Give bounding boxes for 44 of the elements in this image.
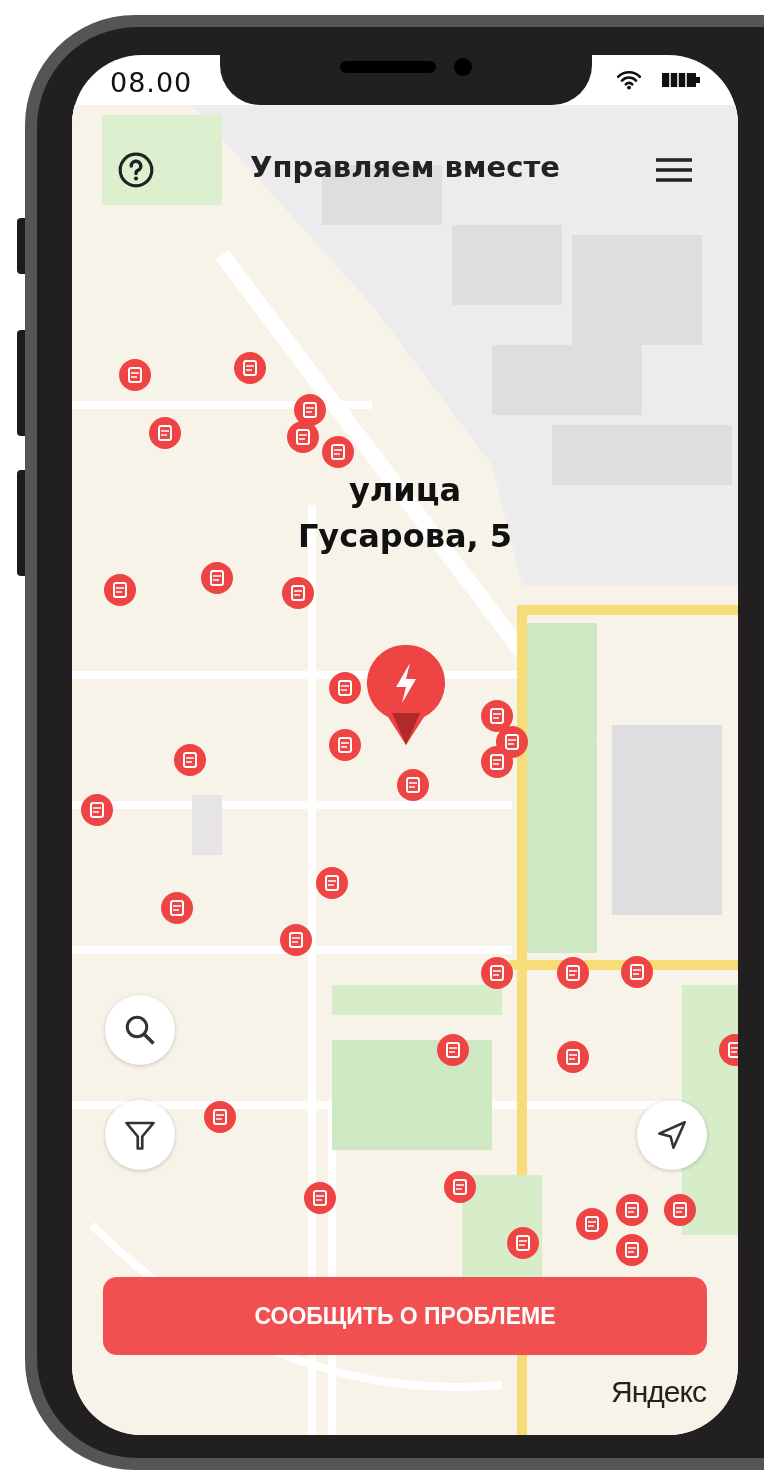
map-marker-icon[interactable] [437, 1034, 469, 1066]
map-marker-icon[interactable] [316, 867, 348, 899]
status-time: 08.00 [110, 66, 193, 98]
map-marker-icon[interactable] [557, 957, 589, 989]
report-problem-button[interactable]: СООБЩИТЬ О ПРОБЛЕМЕ [103, 1277, 707, 1355]
map-marker-icon[interactable] [287, 421, 319, 453]
map-attribution: Яндекс [611, 1375, 706, 1409]
map-marker-icon[interactable] [576, 1208, 608, 1240]
navigation-arrow-icon [655, 1118, 689, 1152]
map-marker-icon[interactable] [397, 769, 429, 801]
map-marker-icon[interactable] [234, 352, 266, 384]
map-marker-icon[interactable] [621, 956, 653, 988]
help-icon [117, 151, 155, 189]
map-marker-icon[interactable] [616, 1194, 648, 1226]
map-marker-icon[interactable] [329, 672, 361, 704]
battery-icon [662, 73, 700, 87]
map-marker-icon[interactable] [322, 436, 354, 468]
map-marker-icon[interactable] [204, 1101, 236, 1133]
map-marker-icon[interactable] [280, 924, 312, 956]
map-marker-icon[interactable] [304, 1182, 336, 1214]
map-marker-icon[interactable] [444, 1171, 476, 1203]
wifi-icon [616, 70, 642, 90]
lightning-pin-icon[interactable] [366, 645, 446, 745]
menu-button[interactable] [656, 157, 692, 183]
map-marker-icon[interactable] [119, 359, 151, 391]
map-marker-icon[interactable] [481, 700, 513, 732]
app-title: Управляем вместе [250, 150, 560, 184]
map-marker-icon[interactable] [616, 1234, 648, 1266]
map-marker-icon[interactable] [329, 729, 361, 761]
map-marker-icon[interactable] [149, 417, 181, 449]
menu-icon [656, 157, 692, 183]
map-marker-icon[interactable] [161, 892, 193, 924]
map-marker-icon[interactable] [174, 744, 206, 776]
map-marker-icon[interactable] [664, 1194, 696, 1226]
map-marker-icon[interactable] [557, 1041, 589, 1073]
map-marker-icon[interactable] [201, 562, 233, 594]
map-marker-icon[interactable] [81, 794, 113, 826]
map-marker-icon[interactable] [481, 957, 513, 989]
map-marker-icon[interactable] [104, 574, 136, 606]
map-marker-icon[interactable] [282, 577, 314, 609]
map-marker-icon[interactable] [481, 746, 513, 778]
map-marker-icon[interactable] [294, 394, 326, 426]
address-label: улица Гусарова, 5 [296, 470, 514, 557]
map-marker-icon[interactable] [507, 1227, 539, 1259]
